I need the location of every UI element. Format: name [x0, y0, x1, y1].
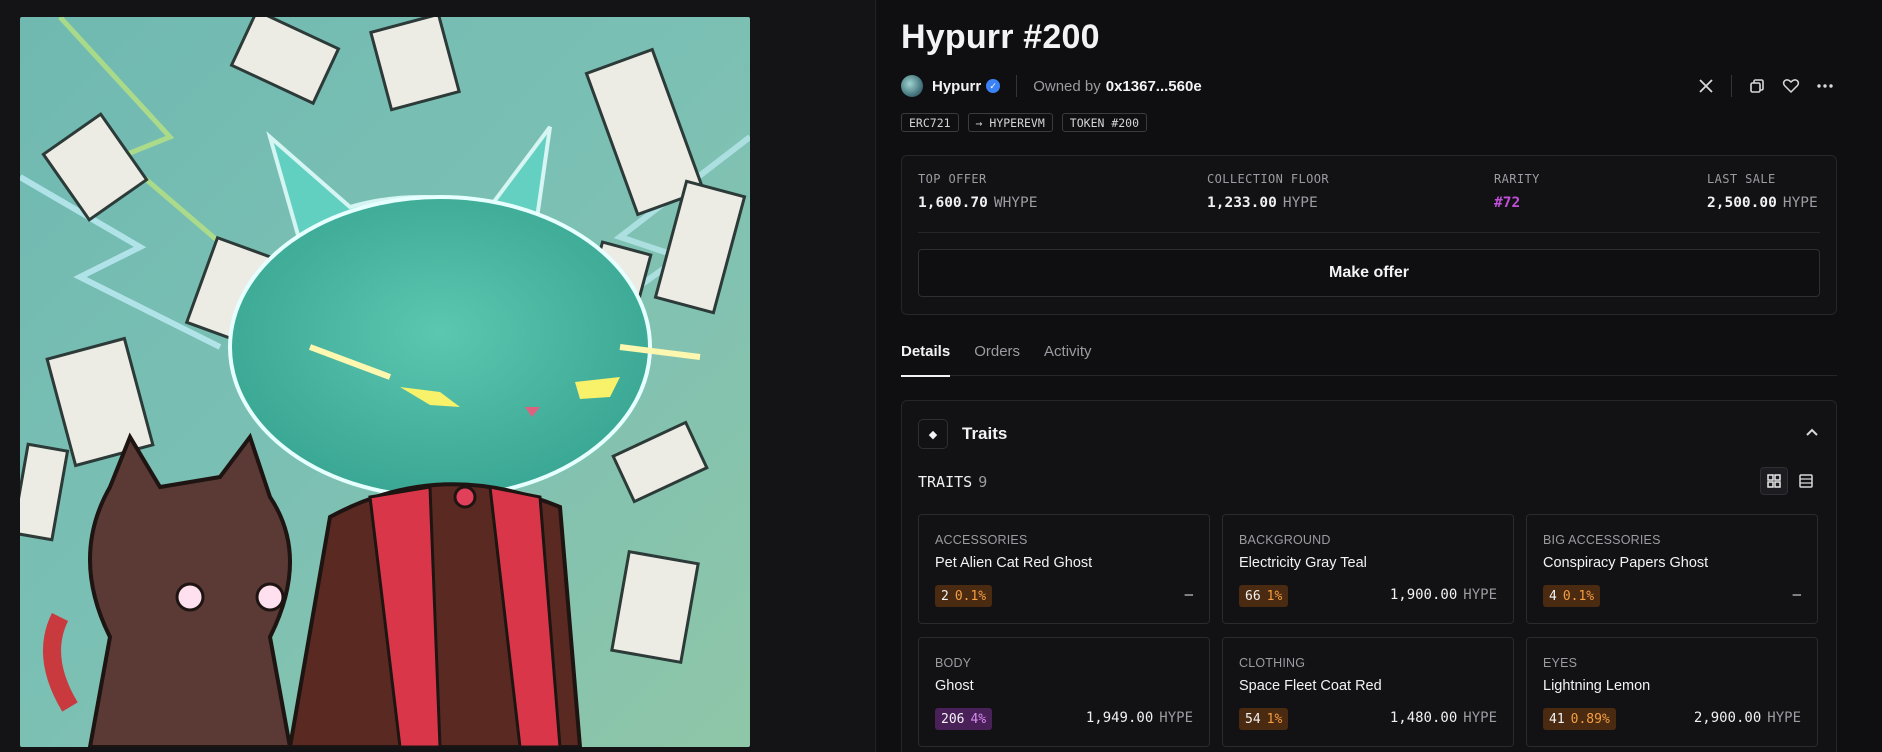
- stat-label: LAST SALE: [1707, 172, 1776, 186]
- header-actions: [1689, 72, 1842, 100]
- traits-header[interactable]: ◆ Traits: [918, 419, 1007, 449]
- trait-value: Space Fleet Coat Red: [1239, 678, 1382, 694]
- stat-top-offer: TOP OFFER 1,600.70 WHYPE: [918, 172, 1038, 211]
- stat-rarity: RARITY #72: [1494, 172, 1540, 211]
- tag-standard: ERC721: [901, 113, 959, 132]
- trait-category: EYES: [1543, 656, 1578, 670]
- trait-category: BODY: [935, 656, 972, 670]
- trait-floor-price: –: [1792, 587, 1801, 603]
- detail-tabs: Details Orders Activity: [901, 340, 1837, 377]
- trait-rarity-badge: 41 0.89%: [1543, 708, 1616, 730]
- grid-view-icon[interactable]: [1760, 467, 1788, 495]
- stats-divider: [918, 232, 1820, 233]
- trait-rarity-badge: 66 1%: [1239, 585, 1289, 607]
- trait-value: Lightning Lemon: [1543, 678, 1651, 694]
- owned-by-label: Owned by: [1033, 77, 1101, 95]
- stat-label: COLLECTION FLOOR: [1207, 172, 1329, 186]
- trait-rarity-badge: 206 4%: [935, 708, 993, 730]
- make-offer-button[interactable]: Make offer: [918, 249, 1820, 297]
- traits-count: TRAITS 9: [918, 473, 988, 491]
- trait-card-body[interactable]: BODY Ghost 206 4% 1,949.00 HYPE: [918, 637, 1210, 747]
- trait-rarity-badge: 2 0.1%: [935, 585, 993, 607]
- collection-name[interactable]: Hypurr: [932, 78, 981, 95]
- owner-address[interactable]: 0x1367...560e: [1106, 78, 1202, 95]
- collection-avatar[interactable]: [901, 75, 923, 97]
- tab-orders[interactable]: Orders: [974, 340, 1020, 376]
- trait-floor-price: –: [1184, 587, 1193, 603]
- tab-activity[interactable]: Activity: [1044, 340, 1092, 376]
- trait-card-big-accessories[interactable]: BIG ACCESSORIES Conspiracy Papers Ghost …: [1526, 514, 1818, 624]
- trait-floor-price: 2,900.00 HYPE: [1693, 710, 1801, 726]
- view-toggle: [1760, 467, 1820, 495]
- stat-value: #72: [1494, 195, 1521, 211]
- x-logo-icon[interactable]: [1689, 72, 1723, 100]
- verified-icon: ✓: [986, 79, 1001, 93]
- chevron-up-icon[interactable]: [1806, 423, 1818, 439]
- trait-value: Pet Alien Cat Red Ghost: [935, 555, 1093, 571]
- meta-divider: [1016, 75, 1018, 97]
- trait-value: Electricity Gray Teal: [1239, 555, 1367, 571]
- copy-icon[interactable]: [1740, 72, 1774, 100]
- trait-floor-price: 1,900.00 HYPE: [1389, 587, 1497, 603]
- trait-card-background[interactable]: BACKGROUND Electricity Gray Teal 66 1% 1,…: [1222, 514, 1514, 624]
- traits-title: Traits: [962, 424, 1008, 443]
- token-tags: ERC721 → HYPEREVM TOKEN #200: [901, 113, 1148, 132]
- trait-category: BIG ACCESSORIES: [1543, 533, 1661, 547]
- trait-rarity-badge: 4 0.1%: [1543, 585, 1601, 607]
- details-panel: Hypurr #200 Hypurr ✓ Owned by 0x1367...5…: [877, 0, 1882, 752]
- list-view-icon[interactable]: [1792, 467, 1820, 495]
- trait-floor-price: 1,949.00 HYPE: [1085, 710, 1193, 726]
- media-panel: [0, 0, 876, 752]
- tag-chain[interactable]: → HYPEREVM: [967, 113, 1053, 132]
- actions-divider: [1731, 75, 1732, 97]
- traits-section: ◆ Traits TRAITS 9 ACCESSORIES Pet Alien C…: [901, 400, 1837, 752]
- trait-category: BACKGROUND: [1239, 533, 1331, 547]
- heart-icon[interactable]: [1774, 72, 1808, 100]
- stat-label: TOP OFFER: [918, 172, 987, 186]
- trait-category: ACCESSORIES: [935, 533, 1028, 547]
- nft-title: Hypurr #200: [901, 18, 1100, 56]
- stat-value: 2,500.00 HYPE: [1707, 195, 1818, 211]
- stat-value: 1,233.00 HYPE: [1207, 195, 1318, 211]
- stat-last-sale: LAST SALE 2,500.00 HYPE: [1707, 172, 1818, 211]
- stat-collection-floor: COLLECTION FLOOR 1,233.00 HYPE: [1207, 172, 1329, 211]
- collection-meta: Hypurr ✓ Owned by 0x1367...560e: [901, 74, 1202, 98]
- tag-token-id: TOKEN #200: [1061, 113, 1148, 132]
- trait-card-accessories[interactable]: ACCESSORIES Pet Alien Cat Red Ghost 2 0.1…: [918, 514, 1210, 624]
- trait-card-clothing[interactable]: CLOTHING Space Fleet Coat Red 54 1% 1,480…: [1222, 637, 1514, 747]
- trait-rarity-badge: 54 1%: [1239, 708, 1289, 730]
- trait-floor-price: 1,480.00 HYPE: [1389, 710, 1497, 726]
- stat-value: 1,600.70 WHYPE: [918, 195, 1038, 211]
- tab-details[interactable]: Details: [901, 340, 951, 377]
- trait-category: CLOTHING: [1239, 656, 1306, 670]
- nft-image[interactable]: [20, 17, 750, 747]
- trait-value: Ghost: [935, 678, 974, 694]
- trait-card-eyes[interactable]: EYES Lightning Lemon 41 0.89% 2,900.00 HYP…: [1526, 637, 1818, 747]
- more-icon[interactable]: [1808, 72, 1842, 100]
- stat-label: RARITY: [1494, 172, 1540, 186]
- stats-box: TOP OFFER 1,600.70 WHYPE COLLECTION FLOOR…: [901, 155, 1837, 315]
- trait-value: Conspiracy Papers Ghost: [1543, 555, 1709, 571]
- diamond-icon: ◆: [918, 419, 948, 449]
